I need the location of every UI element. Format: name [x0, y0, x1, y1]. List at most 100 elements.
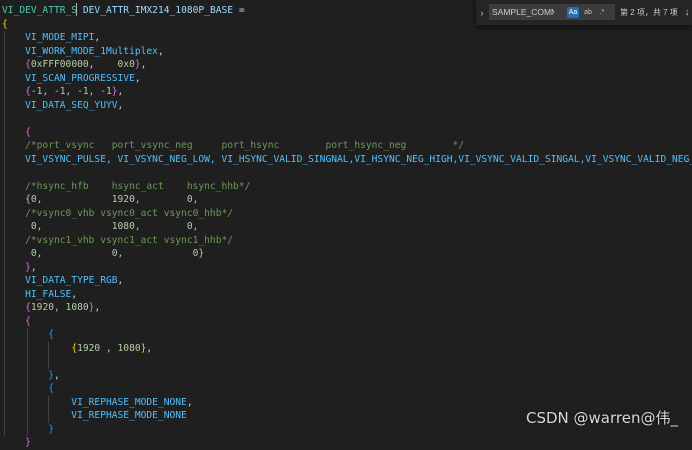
code-token: DEV_ATTR_IMX214_1080P_BASE [82, 5, 234, 16]
find-input[interactable]: SAMPLE_COMM_S Aa ab .* [489, 4, 615, 20]
code-token: , [117, 86, 124, 97]
code-editor[interactable]: VI_DEV_ATTR_S DEV_ATTR_IMX214_1080P_BASE… [0, 0, 692, 448]
watermark: CSDN @warren@伟_ [526, 409, 678, 427]
code-token: , [54, 369, 60, 381]
code-line: { [2, 126, 31, 140]
regex-toggle[interactable]: .* [596, 7, 608, 18]
code-line: VI_DEV_ATTR_S DEV_ATTR_IMX214_1080P_BASE… [2, 4, 245, 18]
code-line: }, [2, 261, 37, 275]
code-token: 0x0 [117, 59, 135, 70]
code-token: } [25, 437, 31, 448]
code-token: 0, 1080, 0, [2, 221, 199, 232]
code-token: { [2, 18, 8, 30]
code-line: /*vsync0_vhb vsync0_act vsync0_hhb*/ [2, 207, 233, 221]
code-token: , [94, 302, 101, 313]
whole-word-toggle[interactable]: ab [582, 7, 594, 18]
find-widget: › SAMPLE_COMM_S Aa ab .* 第 2 项，共 7 项 ↑ ↓ [476, 0, 692, 25]
code-token: /*port_vsync port_vsync_neg port_hsync p… [2, 140, 465, 151]
code-token: {0, 1920, 0, [2, 194, 199, 205]
code-token: VI_MODE_MIPI [2, 32, 95, 43]
code-token: 1920, 1080 [30, 302, 89, 313]
code-token: VI_SCAN_PROGRESSIVE [2, 72, 135, 84]
code-token: /*hsync_hfb hsync_act hsync_hhb*/ [2, 180, 251, 192]
code-line: { [2, 382, 54, 396]
code-line: {0xFFF00000, 0x0}, [2, 58, 146, 72]
code-token: , [134, 72, 141, 84]
code-line: VI_MODE_MIPI, [2, 31, 100, 45]
code-line: HI_FALSE, [2, 288, 77, 302]
code-line: /*hsync_hfb hsync_act hsync_hhb*/ [2, 180, 250, 194]
code-token: , [30, 261, 37, 273]
code-line: {1920, 1080}, [2, 301, 100, 315]
code-token: VI_DATA_TYPE_RGB [2, 275, 118, 286]
code-line: VI_WORK_MODE_1Multiplex, [2, 45, 164, 59]
code-token: , [146, 342, 153, 354]
find-input-value: SAMPLE_COMM_S [492, 7, 554, 17]
indent-guide [27, 328, 28, 436]
code-token: , [117, 275, 124, 286]
code-token: VI_VSYNC_PULSE, VI_VSYNC_NEG_LOW, VI_HSY… [2, 153, 692, 165]
code-line: { [2, 315, 31, 329]
code-line: /*port_vsync port_vsync_neg port_hsync p… [2, 139, 464, 153]
code-token: , [88, 59, 118, 70]
code-line: VI_SCAN_PROGRESSIVE, [2, 72, 141, 86]
code-line: { [2, 328, 54, 342]
code-token: -1, -1, -1, -1 [30, 86, 112, 97]
code-line: VI_REPHASE_MODE_NONE, [2, 396, 193, 410]
code-token: { [48, 383, 54, 394]
code-line: 0, 1080, 0, [2, 220, 199, 234]
code-token: VI_DEV_ATTR_S [2, 5, 78, 16]
arrow-down-icon[interactable]: ↓ [680, 0, 692, 25]
code-token: /*vsync0_vhb vsync0_act vsync0_hhb*/ [2, 207, 234, 219]
code-token: , [71, 288, 78, 300]
code-line: 0, 0, 0} [2, 247, 204, 261]
code-line: }, [2, 369, 60, 383]
code-token: , [117, 99, 124, 111]
chevron-right-icon[interactable]: › [476, 0, 488, 25]
indent-guide [48, 395, 49, 423]
code-token: { [25, 126, 31, 138]
code-token: HI_FALSE [2, 288, 72, 300]
code-token: /*vsync1_vhb vsync1_act vsync1_hhb*/ [2, 234, 234, 246]
code-token: VI_DATA_SEQ_YUYV [2, 99, 118, 111]
code-token: 1920 , 1080 [77, 342, 141, 354]
indent-guide [4, 31, 5, 436]
code-token: , [186, 396, 193, 408]
code-token: 0xFFF00000 [30, 59, 89, 70]
code-line: /*vsync1_vhb vsync1_act vsync1_hhb*/ [2, 234, 233, 248]
text-cursor [76, 3, 77, 16]
code-token: , [140, 59, 147, 70]
code-line: {-1, -1, -1, -1}, [2, 85, 123, 99]
code-token: , [157, 45, 164, 57]
code-line: {1920 , 1080}, [2, 342, 152, 356]
code-token: { [48, 329, 54, 340]
code-token: 0, 0, 0} [2, 248, 205, 259]
code-token: VI_REPHASE_MODE_NONE [2, 410, 187, 421]
code-line: VI_DATA_TYPE_RGB, [2, 274, 123, 288]
code-token: , [94, 32, 101, 43]
indent-guide [48, 341, 49, 369]
code-line: VI_DATA_SEQ_YUYV, [2, 99, 123, 113]
code-token: } [48, 423, 54, 435]
code-line: } [2, 436, 31, 450]
code-line: } [2, 423, 54, 437]
code-line: VI_REPHASE_MODE_NONE [2, 409, 187, 423]
match-case-toggle[interactable]: Aa [567, 7, 579, 18]
code-token: VI_REPHASE_MODE_NONE [2, 396, 187, 408]
code-token: VI_WORK_MODE_1Multiplex [2, 45, 158, 57]
code-line: VI_VSYNC_PULSE, VI_VSYNC_NEG_LOW, VI_HSY… [2, 153, 692, 167]
code-token: { [25, 315, 31, 327]
code-line: { [2, 18, 8, 32]
arrow-up-icon[interactable]: ↑ [667, 0, 681, 25]
